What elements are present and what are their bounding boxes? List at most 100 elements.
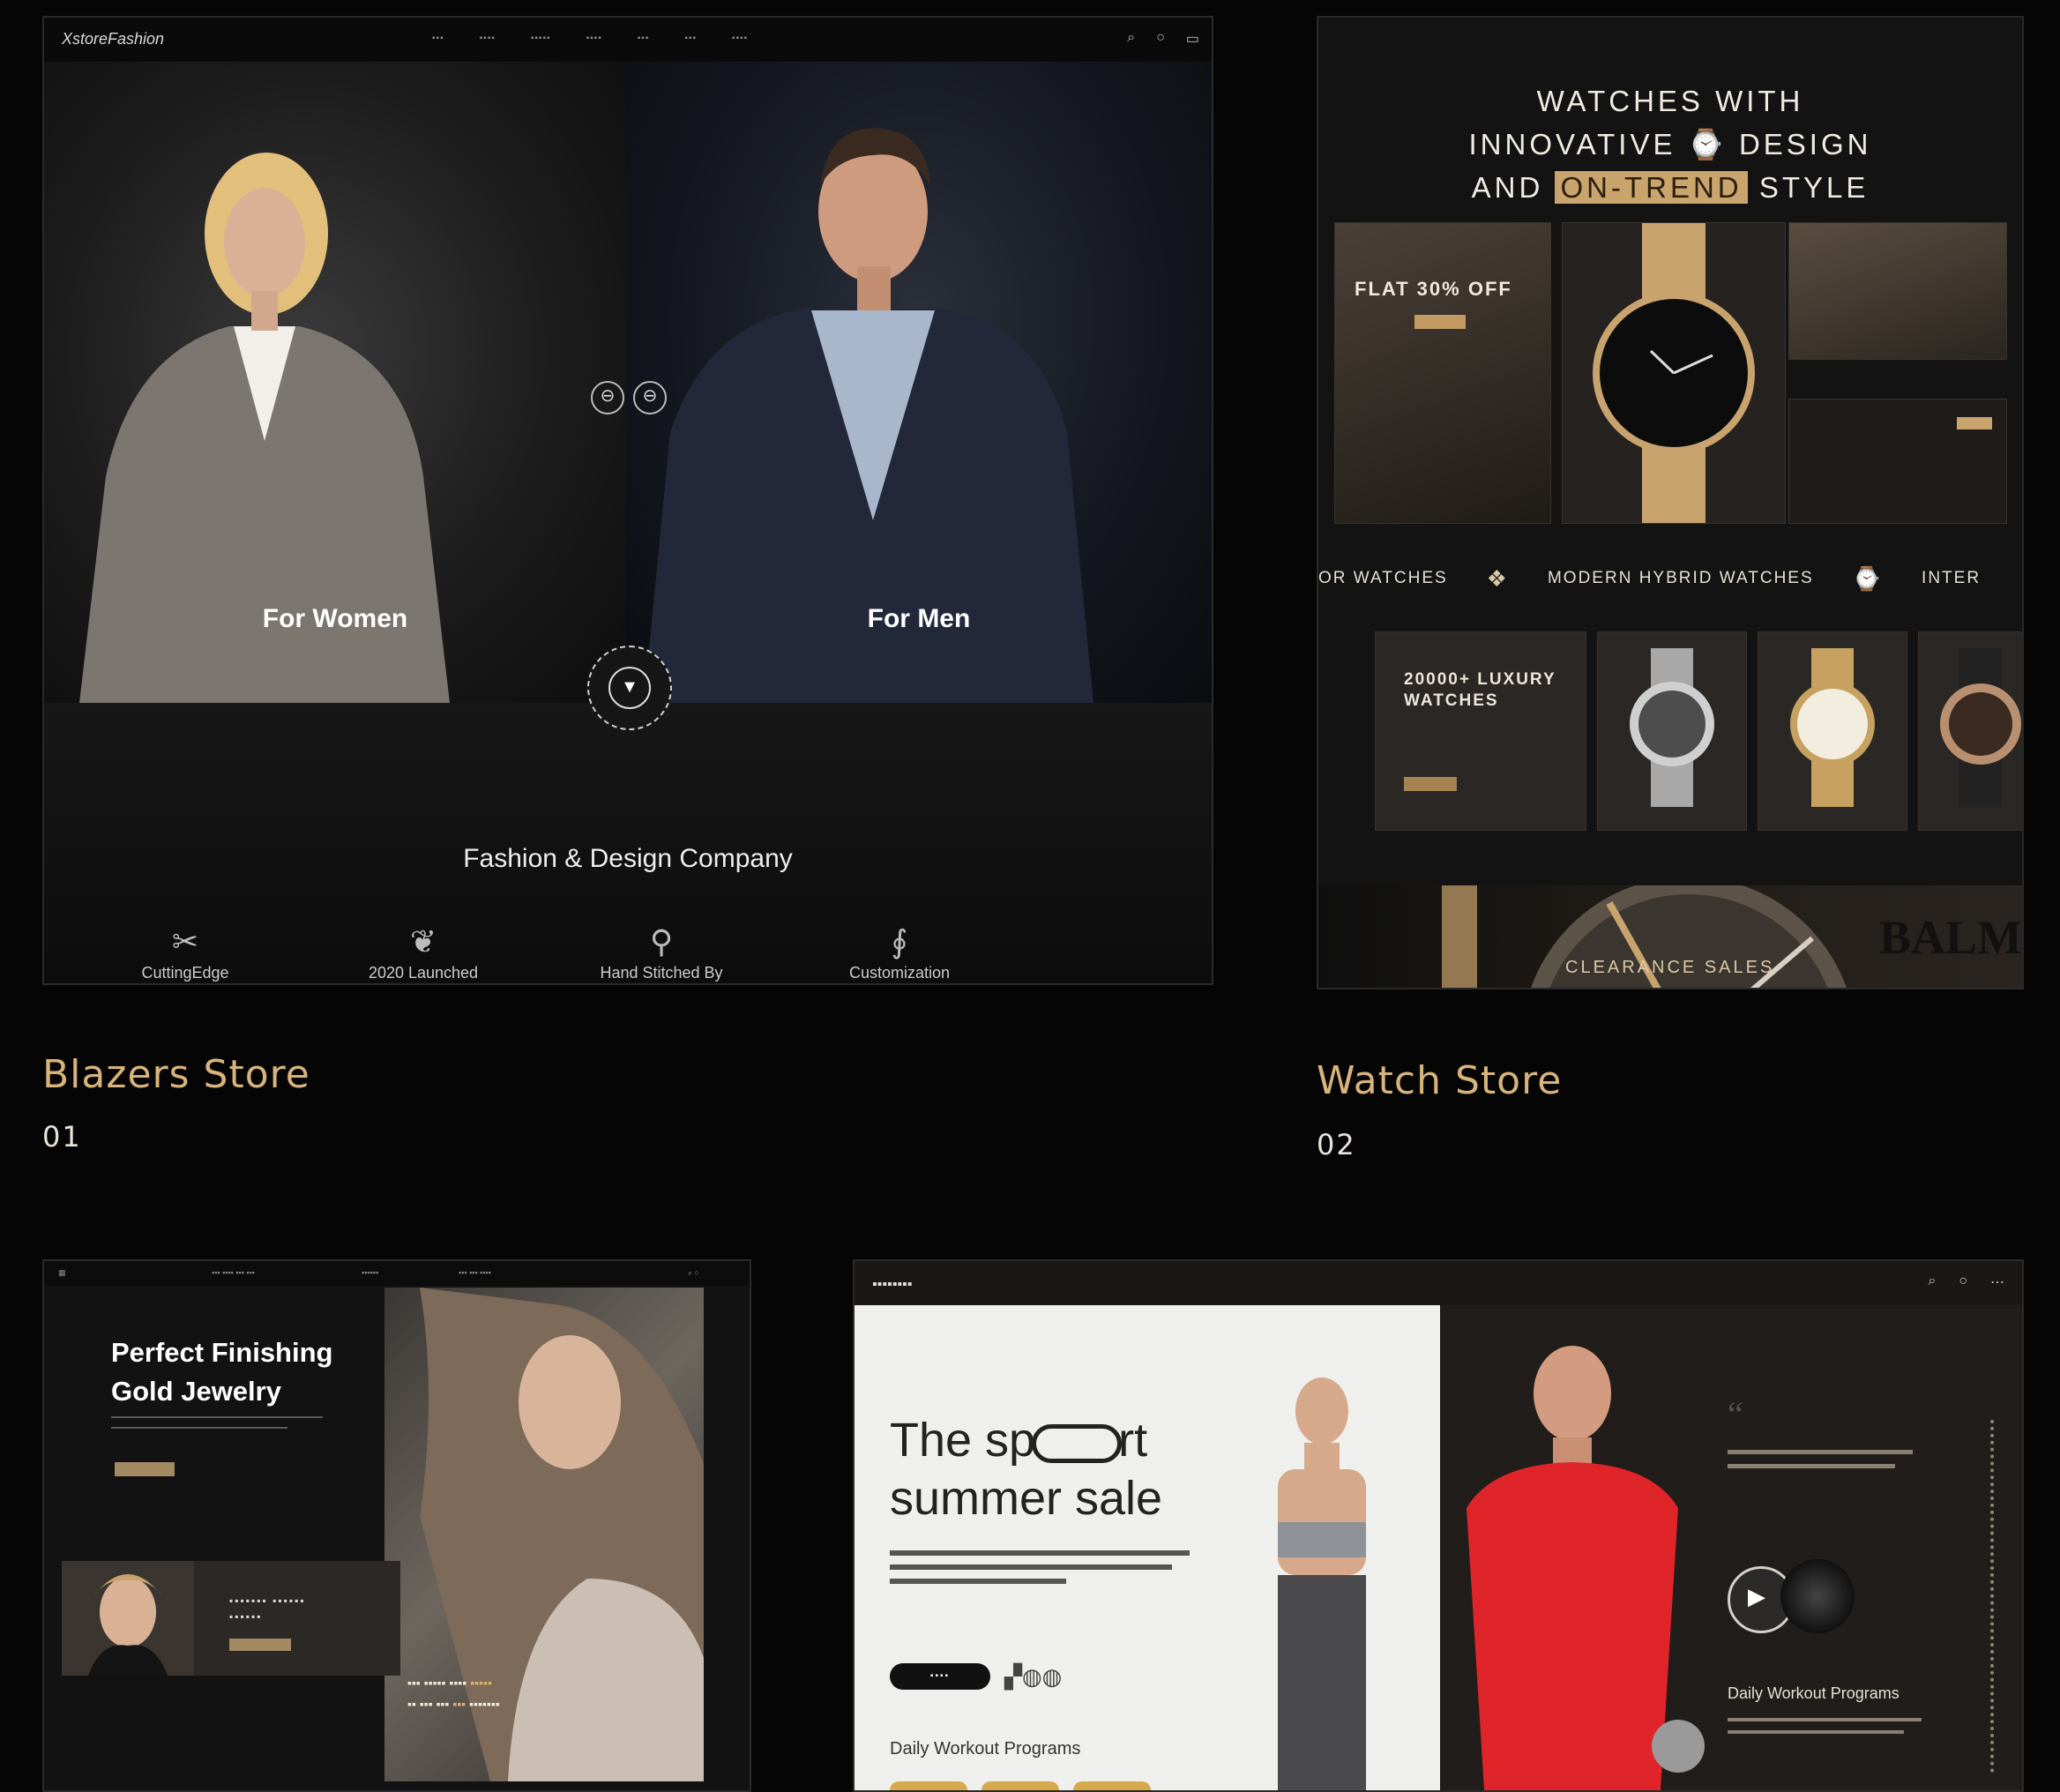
vertical-text: [1990, 1420, 2003, 1773]
hero-word: AND: [1471, 171, 1544, 204]
quote-icon: “: [1728, 1394, 1743, 1434]
store-logo[interactable]: ▪▪▪▪▪▪: [362, 1268, 378, 1277]
search-icon[interactable]: ⌕: [1928, 1273, 1936, 1291]
jewelry-heading: Perfect Finishing Gold Jewelry: [111, 1333, 332, 1411]
program-chip[interactable]: [981, 1781, 1059, 1790]
category-item[interactable]: OR WATCHES: [1318, 569, 1448, 588]
watch-store-preview[interactable]: WATCHES WITH INNOVATIVE ⌚ DESIGN AND ON-…: [1317, 16, 2024, 989]
offer-text: ▪▪▪ ▪▪▪▪▪ ▪▪▪▪ ▪▪▪▪▪ ▪▪ ▪▪▪ ▪▪▪ ▪▪▪ ▪▪▪▪…: [407, 1676, 500, 1711]
promo-tile[interactable]: FLAT 30% OFF: [1334, 222, 1551, 524]
play-badge[interactable]: ▼: [587, 646, 672, 730]
diamond-icon: ❖: [1486, 564, 1509, 592]
blazers-store-preview[interactable]: XstoreFashion ▪▪▪ ▪▪▪▪ ▪▪▪▪▪ ▪▪▪▪ ▪▪▪ ▪▪…: [42, 16, 1213, 985]
search-icon[interactable]: ⌕: [1127, 30, 1135, 48]
product-card[interactable]: [1918, 631, 2022, 831]
shop-now-button[interactable]: ▪▪▪▪: [890, 1663, 990, 1690]
feature-item: ⚲ Hand Stitched By: [573, 923, 750, 982]
heading-line: Perfect Finishing: [111, 1337, 333, 1368]
men-panel[interactable]: For Men: [626, 62, 1212, 703]
nav-link[interactable]: ▪▪▪ ▪▪▪ ▪▪▪▪: [459, 1268, 491, 1277]
nav-link[interactable]: ▪▪▪▪: [586, 34, 602, 43]
daily-programs-label: Daily Workout Programs: [1728, 1684, 1900, 1702]
store-logo[interactable]: ▪▪▪▪▪▪▪▪: [872, 1277, 912, 1293]
nav-link[interactable]: ▪▪▪: [684, 34, 697, 43]
collection-button[interactable]: [229, 1639, 291, 1651]
shop-button[interactable]: [115, 1462, 175, 1476]
promo-button[interactable]: [1414, 315, 1466, 329]
product-info-tile[interactable]: [1788, 399, 2007, 524]
menu-icon[interactable]: ⋯: [1990, 1273, 2004, 1291]
heading-word: rt: [1118, 1414, 1148, 1467]
product-card[interactable]: [1758, 631, 1907, 831]
text-line: [1728, 1464, 1895, 1468]
category-item[interactable]: INTER: [1922, 569, 1981, 588]
sale-hero: The sp rt summer sale ▪▪▪▪ ▞◍◍ Daily Work…: [855, 1305, 1440, 1790]
play-icon: ▶: [1748, 1583, 1765, 1609]
brand-logos: ▞◍◍: [1004, 1663, 1063, 1690]
text-line: [890, 1564, 1172, 1570]
nav-link[interactable]: ▪▪▪: [432, 34, 444, 43]
heading-line: summer sale: [890, 1472, 1163, 1525]
for-women-label[interactable]: For Women: [44, 604, 626, 634]
category-marquee: OR WATCHES ❖ MODERN HYBRID WATCHES ⌚ INT…: [1318, 557, 2022, 600]
nav-link[interactable]: ▪▪▪ ▪▪▪▪ ▪▪▪ ▪▪▪: [212, 1268, 255, 1277]
watch-icon: ⌚: [1852, 564, 1884, 592]
shop-button[interactable]: [1404, 777, 1457, 791]
nav-link[interactable]: ▪▪▪▪▪: [531, 34, 551, 43]
leather-watch-image: [1940, 648, 2021, 807]
weight-plate-image: [1780, 1559, 1855, 1633]
play-icon: ▼: [608, 667, 651, 709]
next-arrow-button[interactable]: ⊖: [633, 381, 667, 414]
user-icon[interactable]: ○: [1156, 30, 1165, 48]
top-nav: ▪▪▪▪▪▪▪▪ ⌕ ○ ⋯: [855, 1261, 2022, 1305]
project-number: 01: [42, 1120, 82, 1154]
project-number: 02: [1317, 1128, 1356, 1161]
sale-heading: The sp rt summer sale: [890, 1411, 1162, 1527]
nav-link[interactable]: ▪▪▪: [638, 34, 650, 43]
product-card[interactable]: [1597, 631, 1747, 831]
woman-portrait-image: [62, 1561, 194, 1676]
jewelry-store-preview[interactable]: ▦ ▪▪▪ ▪▪▪▪ ▪▪▪ ▪▪▪ ▪▪▪▪▪▪ ▪▪▪ ▪▪▪ ▪▪▪▪ ⌕…: [42, 1259, 751, 1792]
feature-label: CuttingEdge: [141, 964, 229, 982]
female-athlete-image: [1278, 1378, 1366, 1790]
store-logo[interactable]: XstoreFashion: [62, 30, 164, 49]
male-athlete-image: [1467, 1346, 1705, 1790]
prev-arrow-button[interactable]: ⊖: [591, 381, 624, 414]
women-panel[interactable]: For Women: [44, 62, 627, 703]
gold-watch-image: [1790, 648, 1875, 807]
search-icon[interactable]: ⌕ ○: [688, 1268, 699, 1278]
brand-text: BALM: [1879, 911, 2022, 964]
feature-item: ❦ 2020 Launched: [335, 923, 511, 982]
user-icon[interactable]: ○: [1959, 1273, 1967, 1291]
project-title[interactable]: Blazers Store: [42, 1052, 310, 1097]
project-title[interactable]: Watch Store: [1317, 1058, 1562, 1103]
tile-button[interactable]: [1957, 417, 1992, 429]
watch-image: [1593, 223, 1755, 523]
luxury-heading: 20000+ LUXURY WATCHES: [1404, 670, 1556, 710]
program-chip[interactable]: [890, 1781, 967, 1790]
sport-store-preview[interactable]: ▪▪▪▪▪▪▪▪ ⌕ ○ ⋯ The sp rt summer sale ▪▪▪▪…: [853, 1259, 2024, 1792]
collection-card[interactable]: ▪▪▪▪▪▪▪ ▪▪▪▪▪▪ ▪▪▪▪▪▪: [62, 1561, 400, 1676]
text-line: [111, 1416, 323, 1418]
watch-mini-icon: ⌚: [1687, 128, 1728, 161]
featured-watch-tile[interactable]: [1562, 222, 1786, 524]
nav-link[interactable]: ▪▪▪▪: [732, 34, 748, 43]
program-chip[interactable]: [1073, 1781, 1151, 1790]
cart-icon[interactable]: ▭: [1186, 30, 1199, 48]
lifestyle-tile[interactable]: [1788, 222, 2007, 360]
heading-word: The sp: [890, 1414, 1036, 1467]
clearance-banner[interactable]: BALM CLEARANCE SALES: [1318, 885, 2022, 988]
menu-icon[interactable]: ▦: [58, 1268, 66, 1278]
steel-watch-image: [1630, 648, 1714, 807]
for-men-label[interactable]: For Men: [626, 604, 1212, 634]
category-item[interactable]: MODERN HYBRID WATCHES: [1548, 569, 1814, 588]
nav-links: ▪▪▪ ▪▪▪▪ ▪▪▪▪▪ ▪▪▪▪ ▪▪▪ ▪▪▪ ▪▪▪▪: [432, 34, 748, 43]
text-line: [890, 1579, 1066, 1584]
watch-hero-heading: WATCHES WITH INNOVATIVE ⌚ DESIGN AND ON-…: [1318, 79, 2022, 209]
luxury-card[interactable]: 20000+ LUXURY WATCHES: [1375, 631, 1586, 831]
hero-line: INNOVATIVE ⌚ DESIGN: [1318, 123, 2022, 166]
heading-line: Gold Jewelry: [111, 1376, 281, 1407]
nav-link[interactable]: ▪▪▪▪: [480, 34, 496, 43]
pill-shape: [1032, 1423, 1123, 1463]
hero-word: DESIGN: [1738, 128, 1872, 161]
